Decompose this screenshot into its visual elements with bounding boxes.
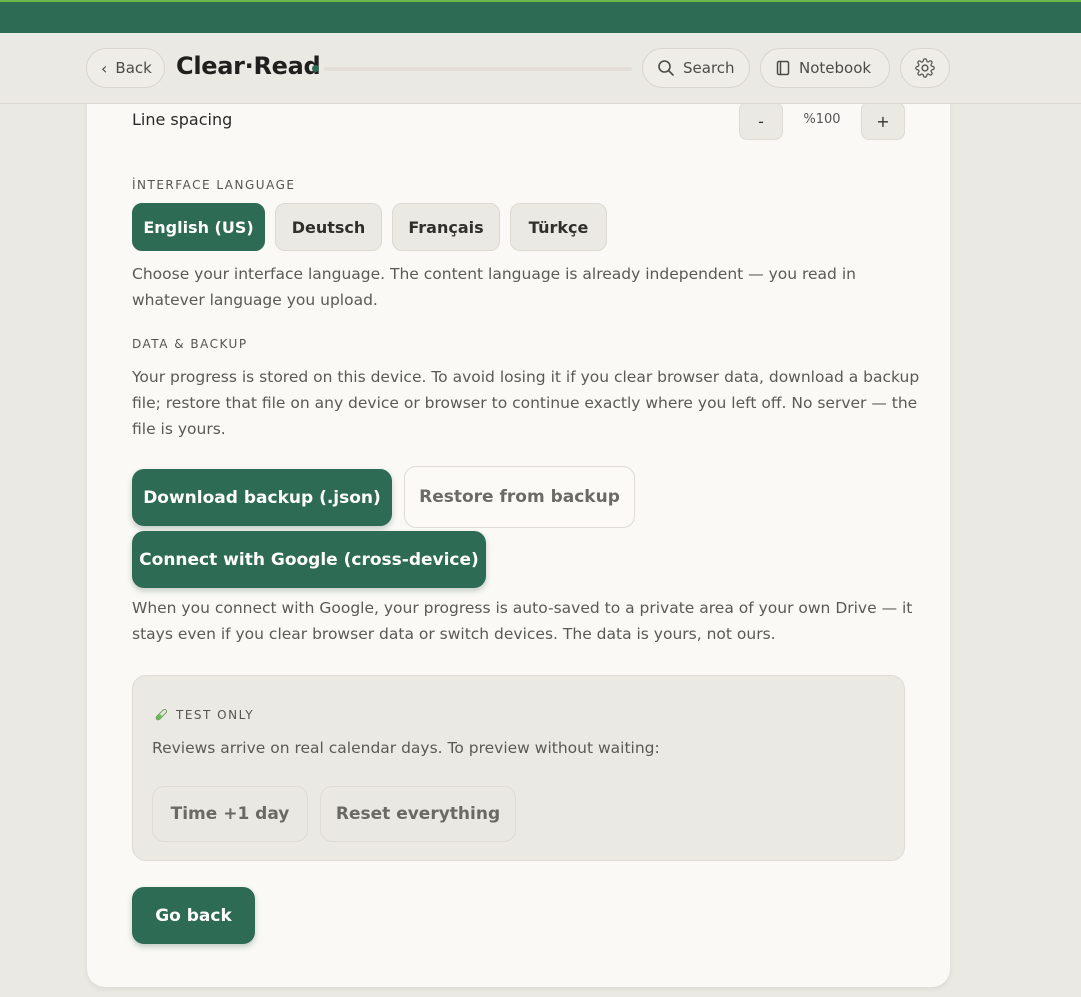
go-back-button[interactable]: Go back <box>132 887 255 944</box>
test-only-panel: TEST ONLY Reviews arrive on real calenda… <box>132 675 905 861</box>
gear-icon <box>915 58 935 78</box>
time-plus-one-day-button[interactable]: Time +1 day <box>152 786 308 842</box>
test-only-heading: TEST ONLY <box>176 708 255 722</box>
app-title: Clear·Read <box>176 52 321 80</box>
notebook-button[interactable]: Notebook <box>760 48 890 88</box>
data-backup-description: Your progress is stored on this device. … <box>132 368 920 438</box>
search-icon <box>658 60 674 76</box>
line-spacing-increase-button[interactable]: + <box>861 102 905 140</box>
language-option-francais[interactable]: Français <box>392 203 500 251</box>
language-option-turkce[interactable]: Türkçe <box>510 203 607 251</box>
download-backup-button[interactable]: Download backup (.json) <box>132 469 392 526</box>
settings-card: Line spacing - %100 + İNTERFACE LANGUAGE… <box>87 80 950 987</box>
restore-backup-button[interactable]: Restore from backup <box>404 466 635 528</box>
interface-language-help: Choose your interface language. The cont… <box>132 265 856 309</box>
notebook-button-label: Notebook <box>799 59 872 77</box>
notebook-icon <box>776 60 790 76</box>
language-option-deutsch[interactable]: Deutsch <box>275 203 382 251</box>
connect-google-button[interactable]: Connect with Google (cross-device) <box>132 531 486 588</box>
reading-progress-bar <box>324 67 632 71</box>
google-connect-help: When you connect with Google, your progr… <box>132 599 913 643</box>
line-spacing-value: %100 <box>803 112 841 127</box>
app-header: ‹ Back Clear·Read Search Notebook <box>0 33 1081 104</box>
settings-button[interactable] <box>900 48 950 88</box>
language-option-english[interactable]: English (US) <box>132 203 265 251</box>
back-button[interactable]: ‹ Back <box>86 48 165 88</box>
reset-everything-button[interactable]: Reset everything <box>320 786 516 842</box>
line-spacing-decrease-button[interactable]: - <box>739 102 783 140</box>
chevron-left-icon: ‹ <box>101 58 108 78</box>
search-button-label: Search <box>683 59 735 77</box>
back-button-label: Back <box>115 59 152 77</box>
top-accent-bar <box>0 0 1081 33</box>
interface-language-heading: İNTERFACE LANGUAGE <box>132 178 296 192</box>
search-button[interactable]: Search <box>642 48 750 88</box>
test-tube-icon <box>155 708 168 721</box>
test-only-description: Reviews arrive on real calendar days. To… <box>152 739 660 757</box>
line-spacing-label: Line spacing <box>132 110 233 129</box>
data-backup-heading: DATA & BACKUP <box>132 337 248 351</box>
progress-start-dot <box>312 65 319 72</box>
